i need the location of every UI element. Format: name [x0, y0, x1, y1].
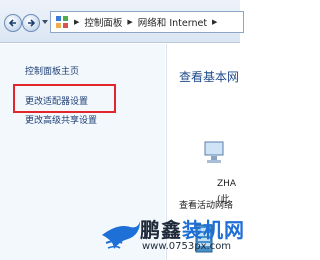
watermark-brand-part2: 装机网: [182, 218, 245, 242]
recent-pages-dropdown[interactable]: [42, 20, 48, 24]
breadcrumb-separator: ▶: [127, 18, 133, 26]
change-advanced-sharing-link[interactable]: 更改高级共享设置: [25, 113, 97, 126]
back-button[interactable]: [4, 14, 22, 32]
breadcrumb[interactable]: ▶ 控制面板 ▶ 网络和 Internet ▶: [50, 11, 244, 33]
watermark-url: www.0753px.com: [142, 241, 232, 252]
control-panel-home-link[interactable]: 控制面板主页: [25, 64, 79, 77]
forward-button[interactable]: [22, 14, 40, 32]
forward-arrow-icon: [28, 19, 36, 27]
address-bar: ▶ 控制面板 ▶ 网络和 Internet ▶: [0, 0, 244, 43]
breadcrumb-separator: ▶: [74, 18, 80, 26]
active-networks-heading: 查看活动网络: [179, 201, 234, 211]
computer-name: ZHA: [217, 179, 237, 189]
watermark-brand: 鹏鑫装机网: [140, 214, 245, 243]
watermark-brand-part1: 鹏鑫: [140, 218, 182, 242]
computer-icon: [204, 141, 224, 163]
page-title: 查看基本网: [179, 70, 240, 84]
change-adapter-settings-link[interactable]: 更改适配器设置: [25, 94, 88, 107]
bird-logo-icon: [102, 221, 140, 249]
breadcrumb-separator: ▶: [212, 18, 218, 26]
breadcrumb-item-control-panel[interactable]: 控制面板: [84, 15, 122, 29]
back-arrow-icon: [8, 19, 16, 27]
control-panel-icon: [56, 16, 68, 28]
breadcrumb-item-network-internet[interactable]: 网络和 Internet: [138, 15, 207, 29]
